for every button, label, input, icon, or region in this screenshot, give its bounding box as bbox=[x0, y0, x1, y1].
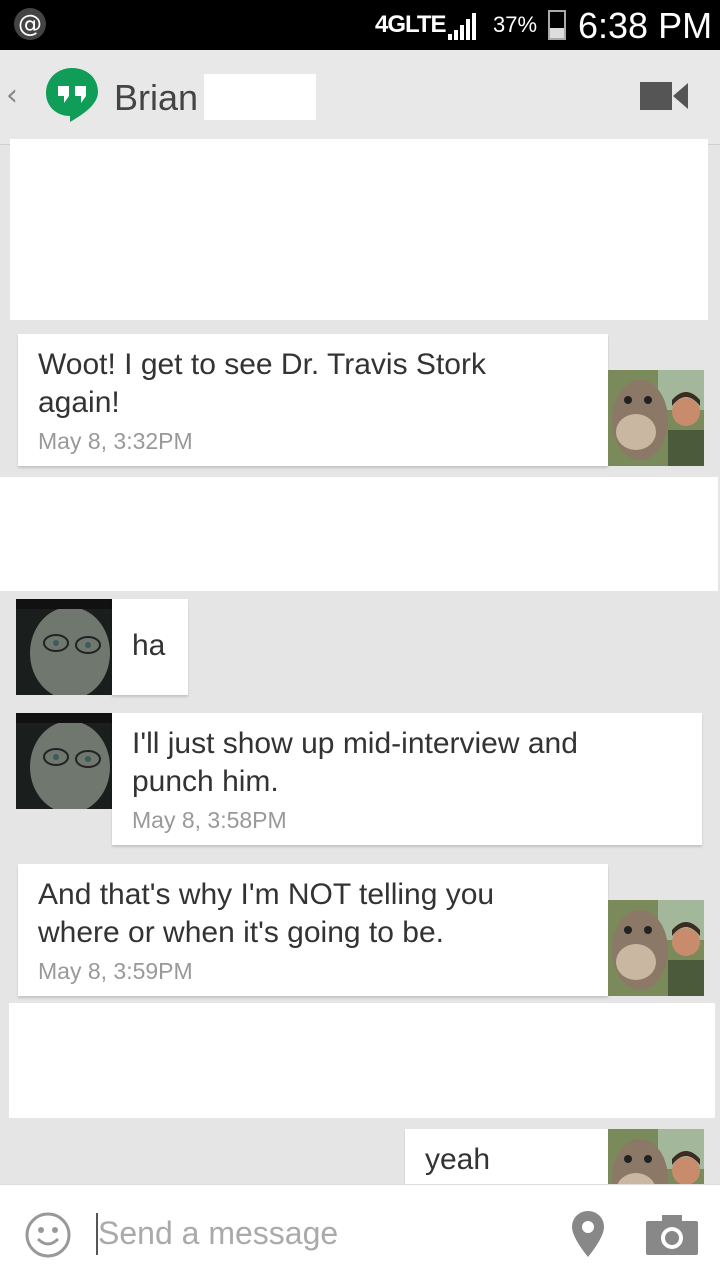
redacted-message bbox=[0, 477, 718, 591]
avatar-self[interactable] bbox=[16, 599, 112, 695]
avatar-self-photo bbox=[16, 713, 112, 809]
message-bubble-outgoing[interactable]: I'll just show up mid-interview and punc… bbox=[112, 713, 702, 845]
redacted-surname bbox=[204, 74, 316, 120]
message-bubble-incoming[interactable]: And that's why I'm NOT telling you where… bbox=[18, 864, 608, 996]
message-text: punch him. bbox=[132, 765, 279, 798]
message-timestamp: May 8, 3:32PM bbox=[38, 428, 193, 454]
status-time: 6:38 PM bbox=[578, 5, 713, 46]
avatar-contact[interactable] bbox=[608, 900, 704, 996]
message-text: again! bbox=[38, 386, 120, 419]
message-bubble-incoming[interactable]: Woot! I get to see Dr. Travis Stork agai… bbox=[18, 334, 608, 466]
signal-icon bbox=[448, 13, 476, 40]
chevron-left-icon[interactable]: ‹ bbox=[6, 78, 18, 113]
message-text: yeah bbox=[425, 1143, 491, 1176]
battery-fill bbox=[550, 28, 564, 38]
network-type: 4GLTE bbox=[375, 11, 447, 38]
video-camera-icon[interactable] bbox=[640, 80, 688, 112]
location-pin-icon[interactable] bbox=[572, 1211, 604, 1257]
avatar-self-photo bbox=[16, 599, 112, 695]
hangouts-icon[interactable] bbox=[44, 66, 100, 122]
message-text: Woot! I get to see Dr. Travis Stork bbox=[38, 348, 486, 381]
notification-at-icon: @ bbox=[14, 8, 46, 40]
avatar-self[interactable] bbox=[16, 713, 112, 809]
battery-icon bbox=[548, 10, 566, 40]
message-text: I'll just show up mid-interview and bbox=[132, 727, 578, 760]
redacted-message bbox=[9, 1003, 715, 1118]
avatar-contact-photo bbox=[608, 1129, 704, 1185]
message-text: where or when it's going to be. bbox=[38, 916, 444, 949]
avatar-contact[interactable] bbox=[608, 370, 704, 466]
redacted-message bbox=[10, 139, 708, 320]
avatar-contact-photo bbox=[608, 370, 704, 466]
message-timestamp: May 8, 3:59PM bbox=[38, 958, 193, 984]
message-input[interactable]: Send a message bbox=[98, 1215, 338, 1252]
emoji-icon[interactable] bbox=[24, 1211, 72, 1259]
avatar-contact[interactable] bbox=[608, 1129, 704, 1185]
status-bar: @ 4GLTE 37% 6:38 PM bbox=[0, 0, 720, 50]
message-bubble-outgoing[interactable]: ha bbox=[112, 599, 188, 695]
contact-name: Brian bbox=[114, 77, 199, 118]
conversation-header: ‹ Brian bbox=[0, 50, 720, 145]
message-timestamp: May 8, 3:58PM bbox=[132, 807, 287, 833]
camera-icon[interactable] bbox=[646, 1213, 698, 1255]
battery-percent: 37% bbox=[493, 12, 538, 37]
message-text: ha bbox=[132, 629, 166, 662]
avatar-contact-photo bbox=[608, 900, 704, 996]
message-bubble-incoming[interactable]: yeah bbox=[405, 1129, 608, 1185]
message-composer: Send a message bbox=[0, 1184, 720, 1281]
message-text: And that's why I'm NOT telling you bbox=[38, 878, 495, 911]
